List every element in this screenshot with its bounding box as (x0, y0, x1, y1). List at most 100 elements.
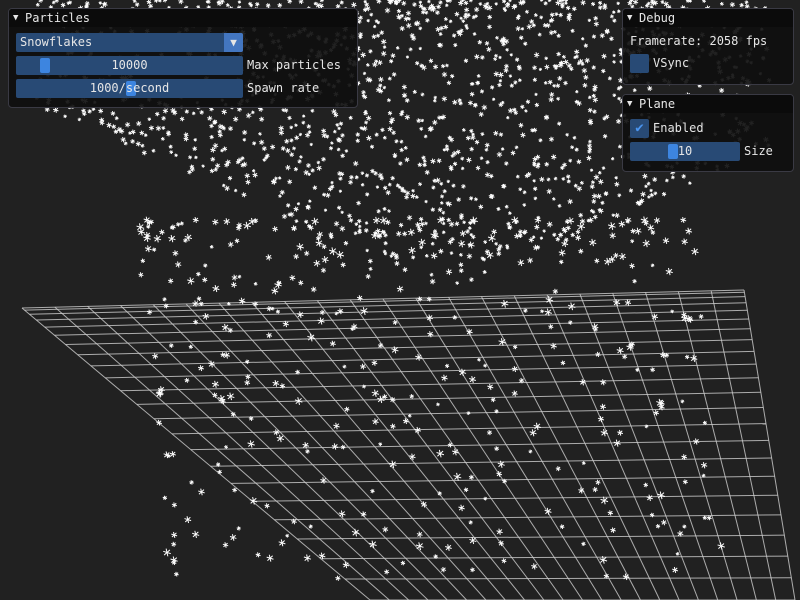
debug-window-titlebar[interactable]: ▼ Debug (623, 9, 793, 27)
snowflake (614, 181, 620, 187)
snowflake (670, 175, 675, 180)
snowflake (254, 1, 260, 7)
enabled-checkbox[interactable]: ✔ (630, 119, 649, 138)
snowflake (187, 277, 195, 285)
snowflake (364, 120, 369, 125)
snowflake (647, 195, 651, 199)
snowflake (418, 26, 423, 31)
plane-window-titlebar[interactable]: ▼ Plane (623, 95, 793, 113)
snowflake (589, 168, 594, 172)
snowflake (390, 423, 396, 430)
debug-window[interactable]: ▼ Debug Framerate: 2058 fps VSync (622, 8, 794, 85)
max-particles-slider[interactable]: 10000 (16, 56, 243, 75)
snowflake (98, 1, 103, 5)
snowflake (38, 0, 44, 3)
snowflake (418, 238, 426, 247)
snowflake (421, 155, 426, 160)
snowflake (331, 443, 339, 450)
spawn-rate-slider[interactable]: 1000/second (16, 79, 243, 98)
snowflake (612, 60, 616, 64)
snowflake (335, 122, 340, 127)
snowflake (698, 314, 704, 320)
triangle-down-icon[interactable]: ▼ (627, 9, 639, 27)
framerate-text: Framerate: 2058 fps (630, 34, 768, 48)
vsync-checkbox[interactable] (630, 54, 649, 73)
snowflake (225, 159, 231, 165)
snowflake (612, 93, 617, 98)
snowflake (504, 204, 509, 209)
snowflake (442, 221, 446, 226)
particles-window[interactable]: ▼ Particles Snowflakes ▼ 10000 Max partic… (8, 8, 358, 108)
snowflake (316, 165, 322, 171)
plane-size-slider[interactable]: 10 (630, 142, 740, 161)
snowflake (550, 154, 557, 160)
snowflake (617, 96, 621, 101)
plane-size-slider-grab[interactable] (668, 144, 678, 159)
snowflake (594, 258, 600, 264)
snowflake (140, 258, 146, 264)
snowflake (141, 150, 147, 156)
snowflake (453, 42, 458, 48)
spawn-rate-slider-grab[interactable] (126, 81, 136, 96)
particles-window-titlebar[interactable]: ▼ Particles (9, 9, 357, 27)
snowflake (459, 215, 464, 221)
snowflake (171, 531, 178, 539)
snowflake (548, 136, 555, 142)
particle-type-combo[interactable]: Snowflakes ▼ (16, 33, 243, 52)
snowflake (478, 2, 483, 6)
snowflake (503, 63, 509, 69)
triangle-down-icon[interactable]: ▼ (224, 33, 243, 52)
snowflake (308, 524, 313, 529)
debug-window-title: Debug (639, 11, 676, 25)
snowflake (539, 176, 545, 183)
snowflake (139, 130, 145, 136)
snowflake (517, 229, 523, 235)
snowflake (140, 143, 145, 148)
snowflake (557, 203, 562, 208)
plane-window[interactable]: ▼ Plane ✔ Enabled 10 Size (622, 94, 794, 172)
snowflake (348, 218, 354, 223)
grid-line (612, 293, 719, 600)
snowflake (328, 146, 334, 151)
snowflake (228, 126, 234, 132)
snowflake (400, 560, 406, 566)
snowflake (375, 33, 381, 38)
snowflake (401, 0, 407, 6)
snowflake (500, 147, 505, 151)
snowflake (356, 218, 362, 224)
snowflake (169, 150, 174, 155)
snowflake (469, 196, 474, 201)
snowflake (217, 469, 223, 475)
snowflake (258, 132, 262, 136)
snowflake (293, 206, 299, 212)
snowflake (644, 424, 649, 429)
snowflake (289, 125, 294, 130)
snowflake (319, 309, 326, 316)
snowflake (362, 71, 367, 76)
snowflake (549, 12, 555, 18)
snowflake (289, 152, 295, 158)
snowflake (192, 216, 199, 224)
snowflake (98, 108, 104, 114)
snowflake (382, 135, 387, 140)
snowflake (338, 176, 343, 181)
snowflake (338, 189, 343, 193)
snowflake (664, 178, 669, 183)
snowflake (135, 141, 141, 147)
snowflake (163, 548, 171, 557)
snowflake (532, 127, 538, 133)
snowflake (183, 132, 189, 138)
snowflake (423, 163, 427, 167)
triangle-down-icon[interactable]: ▼ (627, 95, 639, 113)
snowflake (320, 267, 327, 274)
snowflake (378, 442, 383, 447)
snowflake (399, 147, 404, 153)
snowflake (700, 462, 708, 469)
snowflake (602, 4, 608, 11)
snowflake (706, 515, 712, 521)
snowflake (51, 0, 56, 5)
max-particles-slider-grab[interactable] (40, 58, 50, 73)
snowflake (360, 182, 365, 187)
triangle-down-icon[interactable]: ▼ (13, 9, 25, 27)
snowflake (356, 295, 363, 302)
